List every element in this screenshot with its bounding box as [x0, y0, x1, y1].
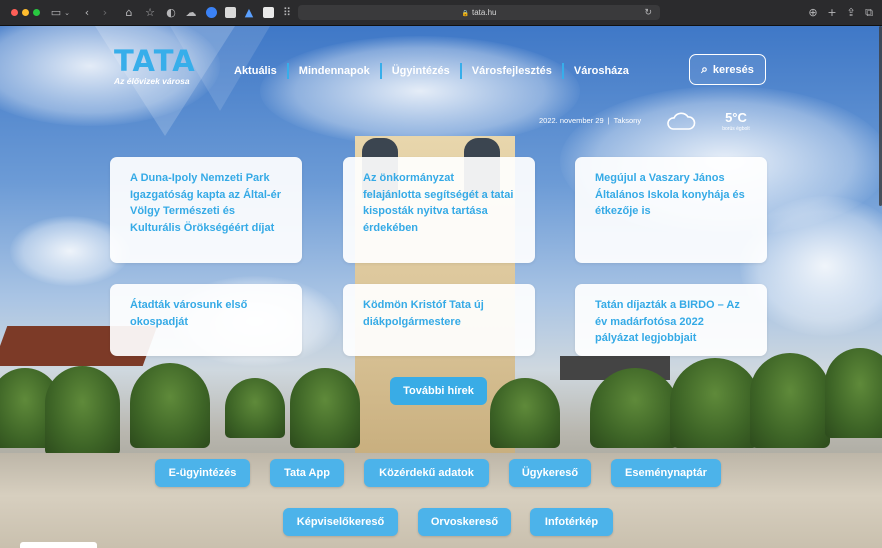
tree [590, 368, 680, 448]
news-title: Az önkormányzat felajánlotta segítségét … [363, 172, 514, 234]
download-icon[interactable]: ⊕ [806, 6, 820, 20]
quick-link-ugykereso[interactable]: Ügykereső [509, 459, 591, 487]
tree [750, 353, 830, 448]
news-card[interactable]: Megújul a Vaszary János Általános Iskola… [575, 157, 767, 263]
page-content: TATA Az élővizek városa Aktuális Mindenn… [0, 26, 882, 548]
news-card[interactable]: Ködmön Kristóf Tata új diákpolgármestere [343, 284, 535, 356]
quick-link-kozerdeku-adatok[interactable]: Közérdekű adatok [364, 459, 489, 487]
warning-icon[interactable]: ▲ [242, 6, 256, 20]
search-label: keresés [712, 63, 754, 76]
search-icon: ⌕ [701, 62, 708, 76]
quick-link-kepviselokereso[interactable]: Képviselőkereső [283, 508, 398, 536]
cloud-shape [260, 36, 580, 146]
nav-item-varoshaza[interactable]: Városháza [561, 63, 639, 79]
home-icon[interactable]: ⌂ [122, 6, 136, 20]
nav-item-ugyintezes[interactable]: Ügyintézés [379, 63, 460, 79]
news-title: A Duna-Ipoly Nemzeti Park Igazgatóság ka… [130, 172, 281, 234]
bottom-tab[interactable] [20, 542, 97, 548]
address-bar[interactable]: 🔒 tata.hu ↻ [298, 5, 660, 20]
news-title: Ködmön Kristóf Tata új diákpolgármestere [363, 299, 484, 328]
back-icon[interactable]: ‹ [80, 6, 94, 20]
quick-link-infoterkep[interactable]: Infotérkép [530, 508, 613, 536]
news-card[interactable]: Az önkormányzat felajánlotta segítségét … [343, 157, 535, 263]
quick-link-tata-app[interactable]: Tata App [270, 459, 344, 487]
sidebar-icon[interactable]: ▭ [49, 6, 63, 20]
quick-link-orvoskereso[interactable]: Orvoskereső [418, 508, 511, 536]
weather-widget: 5°C borús égbolt [716, 110, 756, 132]
news-title: Átadták városunk első okospadját [130, 299, 248, 328]
minimize-window-button[interactable] [22, 9, 29, 16]
tree [130, 363, 210, 448]
shield-icon[interactable]: ◐ [164, 6, 178, 20]
new-tab-icon[interactable]: + [825, 6, 839, 20]
zoom-window-button[interactable] [33, 9, 40, 16]
apps-grid-icon[interactable]: ⠿ [280, 6, 294, 20]
chevron-down-icon[interactable]: ⌄ [63, 6, 71, 20]
nav-item-aktualis[interactable]: Aktuális [226, 63, 287, 79]
tabs-overview-icon[interactable]: ⧉ [862, 6, 876, 20]
tree [825, 348, 882, 438]
temperature: 5°C [725, 110, 747, 125]
search-button[interactable]: ⌕ keresés [689, 54, 766, 85]
favorite-globe-icon[interactable] [206, 7, 217, 18]
logo-title: TATA [114, 44, 196, 78]
tree [225, 378, 285, 438]
bookmark-star-icon[interactable]: ☆ [143, 6, 157, 20]
nav-item-mindennapok[interactable]: Mindennapok [286, 63, 380, 79]
weather-description: borús égbolt [722, 126, 750, 132]
forward-icon[interactable]: › [98, 6, 112, 20]
tree [490, 378, 560, 448]
news-card[interactable]: Átadták városunk első okospadját [110, 284, 302, 356]
lock-icon: 🔒 [461, 11, 469, 17]
url-text: tata.hu [472, 8, 497, 17]
close-window-button[interactable] [11, 9, 18, 16]
date-info: 2022. november 29 | Taksony [539, 116, 641, 125]
cloud-weather-icon [667, 112, 696, 130]
news-card[interactable]: Tatán díjazták a BIRDO – Az év madárfotó… [575, 284, 767, 356]
quick-link-e-ugyintezes[interactable]: E-ügyintézés [155, 459, 250, 487]
favorite-image-icon[interactable] [263, 7, 274, 18]
cloud-icon[interactable]: ☁ [184, 6, 198, 20]
site-logo[interactable]: TATA Az élővizek városa [114, 46, 206, 98]
current-date: 2022. november 29 [539, 116, 604, 125]
news-card[interactable]: A Duna-Ipoly Nemzeti Park Igazgatóság ka… [110, 157, 302, 263]
tree [670, 358, 760, 448]
browser-toolbar: ▭ ⌄ ‹ › ⌂ ☆ ◐ ☁ ▲ ⠿ 🔒 tata.hu ↻ ⊕ + ⇪ ⧉ [0, 0, 882, 26]
reload-icon[interactable]: ↻ [644, 5, 652, 20]
nav-item-varosfejlesztes[interactable]: Városfejlesztés [459, 63, 562, 79]
favorite-document-icon[interactable] [225, 7, 236, 18]
quick-link-esemenynaptar[interactable]: Eseménynaptár [611, 459, 721, 487]
main-navigation: Aktuális Mindennapok Ügyintézés Városfej… [226, 62, 639, 80]
news-title: Megújul a Vaszary János Általános Iskola… [595, 172, 745, 217]
news-title: Tatán díjazták a BIRDO – Az év madárfotó… [595, 299, 740, 344]
tree [290, 368, 360, 448]
nameday: Taksony [613, 116, 642, 125]
tree [45, 366, 120, 456]
more-news-button[interactable]: További hírek [390, 377, 487, 405]
separator: | [607, 116, 610, 125]
share-icon[interactable]: ⇪ [844, 6, 858, 20]
